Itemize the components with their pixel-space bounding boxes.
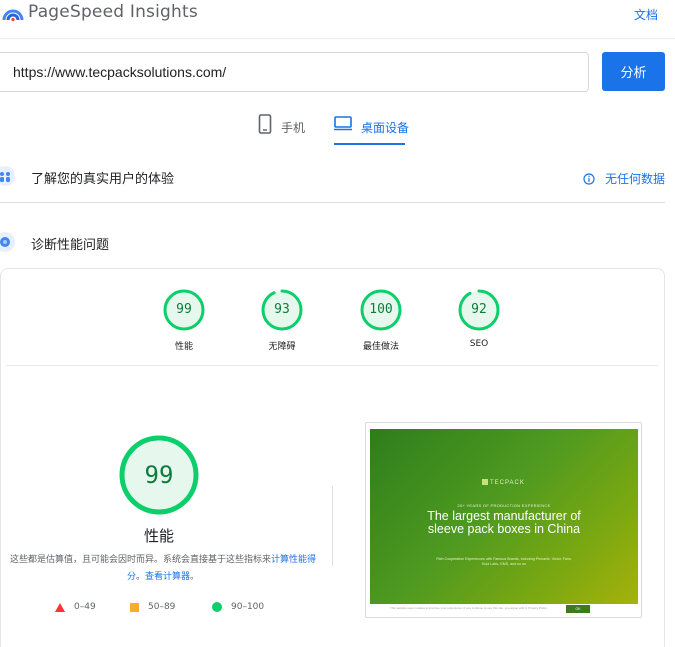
desktop-icon [334, 116, 352, 131]
performance-label-large: 性能 [143, 527, 174, 545]
score-value: 92 [471, 302, 487, 317]
triangle-icon [55, 602, 65, 612]
screenshot-cookie-bar: This website uses cookies to improve you… [370, 604, 638, 614]
info-icon [583, 172, 595, 185]
screenshot-logo: TECPACK [482, 479, 525, 486]
screenshot-cookie-button: OK [566, 605, 590, 613]
legend-average: 50–89 [130, 601, 175, 613]
square-icon [130, 602, 139, 612]
pagespeed-logo-icon[interactable] [2, 4, 24, 22]
disclaimer-sep: 。 [135, 572, 145, 582]
performance-score-large: 99 [144, 461, 174, 489]
disclaimer-end: 。 [190, 572, 200, 582]
disclaimer-text: 这些都是估算值，且可能会因时而异。系统会直接基于这些指标来 [9, 555, 271, 565]
screenshot-subtext: Rich Cooperation Experiences with Famous… [436, 557, 572, 566]
estimate-disclaimer: 这些都是估算值，且可能会因时而异。系统会直接基于这些指标来计算性能得分。查看计算… [4, 552, 322, 586]
no-data-link[interactable]: 无任何数据 [583, 170, 665, 187]
brand-title[interactable]: PageSpeed Insights [28, 2, 198, 22]
header-divider [0, 38, 675, 39]
score-value: 100 [369, 302, 393, 317]
legend-pass-range: 90–100 [231, 602, 265, 612]
screenshot-cookie-text: This website uses cookies to improve you… [390, 606, 547, 610]
score-gauge-0[interactable]: 99 [162, 288, 206, 332]
diagnose-section-header: 诊断性能问题 [0, 228, 665, 258]
top-header: PageSpeed Insights 文档 [0, 0, 675, 30]
circle-icon [212, 602, 222, 612]
performance-gauge-large[interactable]: 99 [118, 434, 200, 516]
score-gauge-3[interactable]: 92 [457, 288, 501, 332]
legend-fail-range: 0–49 [74, 602, 96, 612]
analyze-button[interactable]: 分析 [602, 52, 665, 91]
legend-fail: 0–49 [55, 601, 96, 613]
active-tab-indicator [334, 143, 405, 145]
crux-title: 了解您的真实用户的体验 [31, 172, 175, 187]
score-gauge-2[interactable]: 100 [359, 288, 403, 332]
screenshot-kicker: 20+ YEARS OF PRODUCTION EXPERIENCE [457, 503, 551, 508]
tab-mobile[interactable]: 手机 [258, 114, 305, 148]
screenshot-headline: The largest manufacturer of sleeve pack … [427, 509, 581, 536]
score-label: SEO [469, 339, 489, 349]
score-label: 无障碍 [268, 342, 296, 352]
no-data-label: 无任何数据 [604, 172, 665, 186]
mobile-icon [258, 114, 272, 134]
screenshot-logo-text: TECPACK [490, 480, 525, 486]
vertical-divider [332, 486, 333, 566]
crux-section-header: 了解您的真实用户的体验 无任何数据 [0, 162, 665, 192]
score-label: 最佳做法 [362, 342, 399, 352]
crux-divider [0, 202, 665, 203]
tab-mobile-label: 手机 [281, 121, 306, 135]
tab-desktop-label: 桌面设备 [361, 121, 410, 135]
tecpack-logo-icon [482, 479, 488, 485]
final-screenshot[interactable]: TECPACK 20+ YEARS OF PRODUCTION EXPERIEN… [370, 429, 638, 604]
people-icon [0, 166, 15, 186]
legend-average-range: 50–89 [148, 602, 176, 612]
score-label: 性能 [174, 342, 193, 352]
diagnose-title: 诊断性能问题 [31, 238, 110, 253]
calculator-link[interactable]: 查看计算器 [145, 572, 190, 582]
score-gauge-1[interactable]: 93 [260, 288, 304, 332]
lighthouse-icon [0, 232, 15, 252]
docs-link[interactable]: 文档 [634, 6, 658, 23]
card-divider [6, 365, 658, 366]
legend-pass: 90–100 [212, 601, 264, 613]
score-value: 93 [274, 302, 290, 317]
score-value: 99 [176, 302, 192, 317]
url-input[interactable] [0, 52, 589, 92]
